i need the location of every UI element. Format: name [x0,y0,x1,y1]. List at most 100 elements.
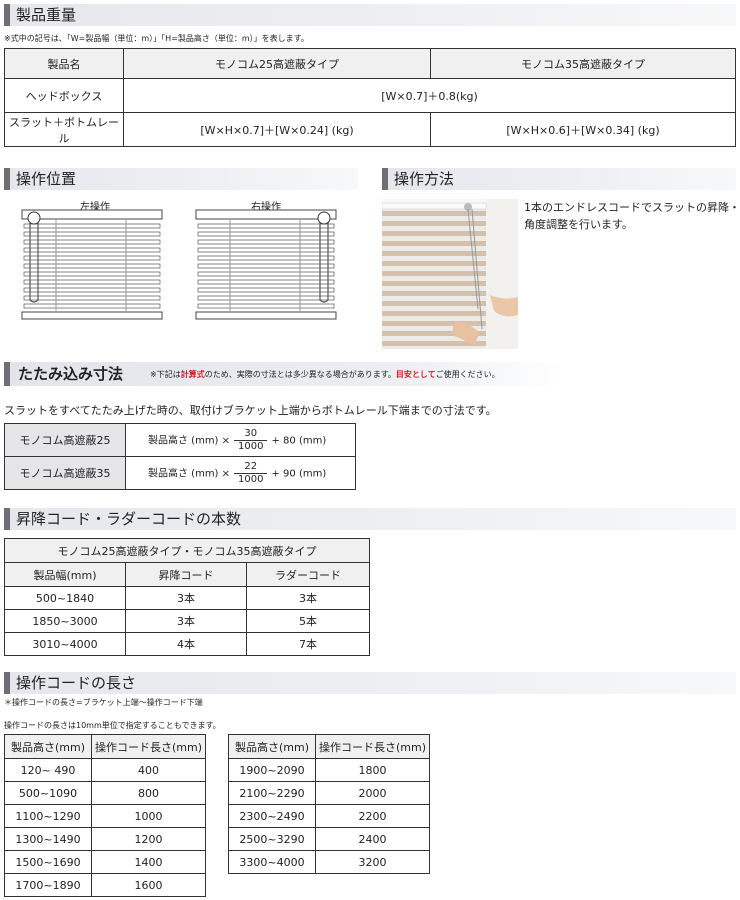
method-section-title: 操作方法 [394,170,455,188]
cordlen-right-row2-height: 2100~2290 [228,781,316,805]
weight-section-header: 製品重量 [4,4,736,26]
section-marker [4,672,10,694]
cordlen-left-row5-height: 1500~1690 [4,850,92,874]
cords-row2-width: 1850~3000 [4,609,126,633]
cordlen-table-left: 製品高さ(mm) 操作コード長さ(mm) 120~ 490 400 500~109… [4,734,206,897]
position-section-header: 操作位置 [4,168,358,190]
weight-table: 製品名 モノコム25高遮蔽タイプ モノコム35高遮蔽タイプ ヘッドボックス [W… [4,48,736,147]
cordlen-right-row5-height: 3300~4000 [228,850,316,874]
cords-section-header: 昇降コード・ラダーコードの本数 [4,508,736,530]
cordlen-left-header-length: 操作コード長さ(mm) [91,734,206,759]
row-headbox-formula: [W×0.7]＋0.8(kg) [123,78,736,113]
folded-row1-numerator: 30 [234,428,268,441]
cordlen-right-row2-length: 2000 [315,781,430,805]
cordlen-left-row4-height: 1300~1490 [4,827,92,851]
folded-description: スラットをすべてたたみ上げた時の、取付けブラケット上端からボトムレール下端までの… [4,404,497,417]
cords-row2-lift: 3本 [125,609,247,633]
folded-row1-fraction: 30 1000 [234,428,268,453]
cords-section-title: 昇降コード・ラダーコードの本数 [16,510,242,528]
folded-row2-label: モノコム高遮蔽35 [4,456,126,490]
cordlen-right-row1-height: 1900~2090 [228,758,316,782]
cordlen-right-header-height: 製品高さ(mm) [228,734,316,759]
section-marker [4,362,10,386]
cords-header-lift: 昇降コード [125,562,247,587]
weight-note: ※式中の記号は、「W=製品幅（単位：m）」「H=製品高さ（単位：m）」を表します… [4,34,309,43]
cords-table: モノコム25高遮蔽タイプ・モノコム35高遮蔽タイプ 製品幅(mm) 昇降コード … [4,538,370,656]
cordlen-left-row3-length: 1000 [91,804,206,828]
folded-row2-post: + 90 (mm) [271,468,327,479]
cords-row3-width: 3010~4000 [4,632,126,656]
cords-row1-ladder: 3本 [246,586,370,610]
cordlen-left-row1-length: 400 [91,758,206,782]
cordlen-left-row1-height: 120~ 490 [4,758,92,782]
cordlen-right-row4-height: 2500~3290 [228,827,316,851]
folded-note-post: ご使用ください。 [435,370,500,379]
cordlen-right-row3-height: 2300~2490 [228,804,316,828]
cords-row3-lift: 4本 [125,632,247,656]
cordlen-right-header-length: 操作コード長さ(mm) [315,734,430,759]
method-section-header: 操作方法 [382,168,736,190]
section-marker [382,168,388,190]
section-marker [4,4,10,26]
folded-row2-denominator: 1000 [238,473,264,485]
cords-row2-ladder: 5本 [246,609,370,633]
weight-section-title: 製品重量 [16,6,77,24]
cordlen-right-row1-length: 1800 [315,758,430,782]
position-section-title: 操作位置 [16,170,77,188]
row-slat-formula25: [W×H×0.7]＋[W×0.24] (kg) [123,112,431,147]
folded-row2-formula: 製品高さ (mm) × 22 1000 + 90 (mm) [125,456,356,490]
cordlen-section-title: 操作コードの長さ [16,674,137,692]
folded-row1-formula: 製品高さ (mm) × 30 1000 + 80 (mm) [125,423,356,457]
section-marker [4,168,10,190]
cordlen-left-header-height: 製品高さ(mm) [4,734,92,759]
cordlen-note2: 操作コードの長さは10mm単位で指定することもできます。 [4,721,221,730]
folded-row1-post: + 80 (mm) [271,435,327,446]
cords-row3-ladder: 7本 [246,632,370,656]
cordlen-note1: ＊操作コードの長さ=ブラケット上端～操作コード下端 [4,698,203,707]
cords-table-title: モノコム25高遮蔽タイプ・モノコム35高遮蔽タイプ [4,538,370,563]
header-product-name: 製品名 [4,48,124,79]
cordlen-right-row4-length: 2400 [315,827,430,851]
folded-row2-fraction: 22 1000 [234,461,268,486]
folded-row2-pre: 製品高さ (mm) × [148,468,231,479]
folded-note-red1: 計算式 [180,370,205,379]
cordlen-left-row5-length: 1400 [91,850,206,874]
folded-table: モノコム高遮蔽25 製品高さ (mm) × 30 1000 + 80 (mm) モノコ… [4,423,356,490]
row-headbox-label: ヘッドボックス [4,78,124,113]
cords-row1-lift: 3本 [125,586,247,610]
cordlen-left-row6-height: 1700~1890 [4,873,92,897]
cords-header-ladder: ラダーコード [246,562,370,587]
folded-row1-pre: 製品高さ (mm) × [148,435,231,446]
cordlen-right-row3-length: 2200 [315,804,430,828]
right-operation-diagram [195,209,337,320]
row-slat-formula35: [W×H×0.6]＋[W×0.34] (kg) [430,112,736,147]
cordlen-left-row2-height: 500~1090 [4,781,92,805]
folded-note-pre: ※下記は [150,370,181,379]
method-desc-line1: 1本のエンドレスコードでスラットの昇降・ [524,201,740,214]
folded-row1-denominator: 1000 [238,440,264,452]
cordlen-left-row6-length: 1600 [91,873,206,897]
cordlen-left-row3-height: 1100~1290 [4,804,92,828]
row-slat-label: スラット＋ボトムレール [4,112,124,147]
cordlen-section-header: 操作コードの長さ [4,672,736,694]
folded-row1-label: モノコム高遮蔽25 [4,423,126,457]
cordlen-right-row5-length: 3200 [315,850,430,874]
section-marker [4,508,10,530]
header-type25: モノコム25高遮蔽タイプ [123,48,431,79]
cordlen-table-right: 製品高さ(mm) 操作コード長さ(mm) 1900~2090 1800 2100~… [228,734,430,874]
folded-section-title: たたみ込み寸法 [18,365,124,383]
folded-note-mid: のため、実際の寸法とは多少異なる場合があります。 [204,370,396,379]
cords-header-width: 製品幅(mm) [4,562,126,587]
cordlen-left-row4-length: 1200 [91,827,206,851]
folded-note-red2: 目安として [395,370,436,379]
method-desc-line2: 角度調整を行います。 [524,218,633,231]
cordlen-left-row2-length: 800 [91,781,206,805]
header-type35: モノコム35高遮蔽タイプ [430,48,736,79]
folded-note: ※下記は計算式のため、実際の寸法とは多少異なる場合があります。目安としてご使用く… [150,369,500,380]
cords-row1-width: 500~1840 [4,586,126,610]
operation-photo [382,199,518,349]
folded-row2-numerator: 22 [234,461,268,474]
folded-section-header: たたみ込み寸法 ※下記は計算式のため、実際の寸法とは多少異なる場合があります。目… [4,362,736,386]
left-operation-diagram [21,209,163,320]
method-description: 1本のエンドレスコードでスラットの昇降・ 角度調整を行います。 [524,199,740,233]
